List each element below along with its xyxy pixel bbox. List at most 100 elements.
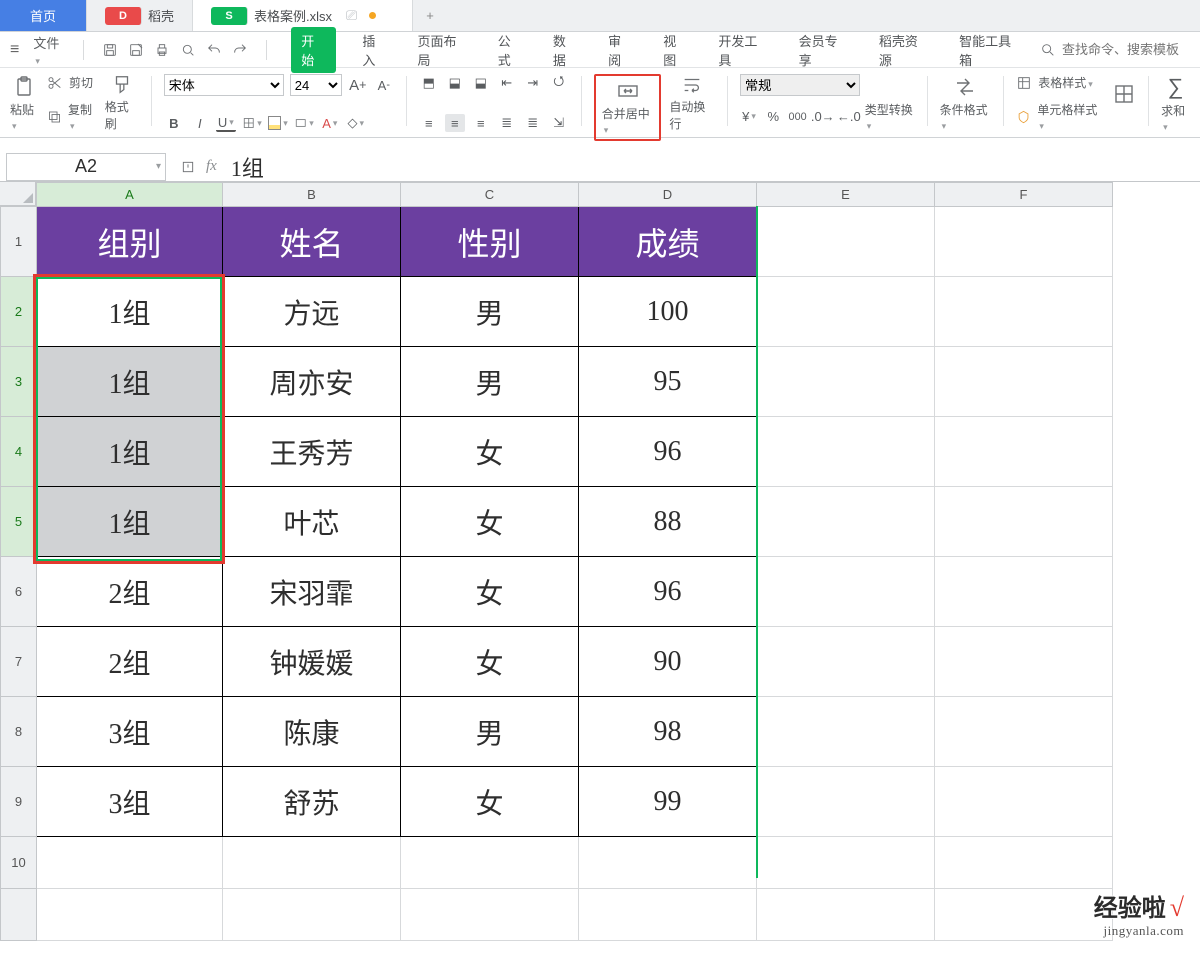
cell[interactable] xyxy=(757,207,935,277)
cell[interactable] xyxy=(935,277,1113,347)
cell[interactable] xyxy=(935,557,1113,627)
cell[interactable] xyxy=(757,347,935,417)
clear-format-button[interactable]: ◇ xyxy=(346,114,366,132)
col-header-E[interactable]: E xyxy=(757,183,935,207)
chevron-down-icon[interactable]: ▾ xyxy=(156,161,161,172)
cell[interactable] xyxy=(935,487,1113,557)
wrap-text-button[interactable]: 自动换行 xyxy=(669,74,714,132)
percent-button[interactable]: % xyxy=(764,108,782,126)
tab-daoke[interactable]: D 稻壳 xyxy=(87,0,193,31)
undo-icon[interactable] xyxy=(206,42,222,58)
cell[interactable] xyxy=(757,417,935,487)
cell[interactable] xyxy=(757,697,935,767)
row-header[interactable]: 10 xyxy=(1,837,37,889)
ribbon-tab-pagelayout[interactable]: 页面布局 xyxy=(414,27,472,73)
col-header-D[interactable]: D xyxy=(579,183,757,207)
cell[interactable]: 钟媛媛 xyxy=(223,627,401,697)
col-header-B[interactable]: B xyxy=(223,183,401,207)
fx-icon[interactable]: fx xyxy=(206,158,217,175)
cell[interactable] xyxy=(757,889,935,941)
cell[interactable]: 舒苏 xyxy=(223,767,401,837)
align-left-icon[interactable]: ≡ xyxy=(419,114,439,132)
row-header[interactable]: 6 xyxy=(1,557,37,627)
cell[interactable]: 叶芯 xyxy=(223,487,401,557)
cell[interactable]: 3组 xyxy=(37,767,223,837)
row-header[interactable]: 2 xyxy=(1,277,37,347)
ribbon-tab-devtools[interactable]: 开发工具 xyxy=(714,27,772,73)
cell[interactable]: 99 xyxy=(579,767,757,837)
tab-home[interactable]: 首页 xyxy=(0,0,87,31)
cell[interactable] xyxy=(935,767,1113,837)
decrease-font-icon[interactable]: A- xyxy=(374,76,394,94)
cell[interactable] xyxy=(37,837,223,889)
cell-active[interactable]: 1组 xyxy=(37,277,223,347)
cell[interactable]: 90 xyxy=(579,627,757,697)
cell[interactable] xyxy=(935,347,1113,417)
font-color-button[interactable]: A xyxy=(320,114,340,132)
ribbon-tab-smarttools[interactable]: 智能工具箱 xyxy=(955,27,1026,73)
ribbon-tab-insert[interactable]: 插入 xyxy=(358,27,391,73)
justify-icon[interactable]: ≣ xyxy=(497,114,517,132)
cell[interactable] xyxy=(935,207,1113,277)
row-header[interactable]: 4 xyxy=(1,417,37,487)
cell[interactable] xyxy=(223,837,401,889)
formula-value[interactable]: 1组 xyxy=(231,151,264,183)
cell[interactable] xyxy=(757,277,935,347)
increase-font-icon[interactable]: A+ xyxy=(348,76,368,94)
cell-selected[interactable]: 1组 xyxy=(37,487,223,557)
cell[interactable] xyxy=(757,487,935,557)
ribbon-tab-data[interactable]: 数据 xyxy=(549,27,582,73)
increase-decimal-button[interactable]: .0→ xyxy=(813,108,833,126)
align-right-icon[interactable]: ≡ xyxy=(471,114,491,132)
cell[interactable]: 王秀芳 xyxy=(223,417,401,487)
cell[interactable] xyxy=(401,889,579,941)
align-bottom-icon[interactable]: ⬓ xyxy=(471,74,491,92)
save-as-icon[interactable] xyxy=(128,42,144,58)
ribbon-tab-start[interactable]: 开始 xyxy=(291,27,336,73)
cell[interactable]: 98 xyxy=(579,697,757,767)
cell[interactable] xyxy=(935,697,1113,767)
hamburger-icon[interactable]: ≡ xyxy=(10,41,19,59)
cell[interactable] xyxy=(935,889,1113,941)
cell[interactable]: 男 xyxy=(401,347,579,417)
indent-increase-icon[interactable]: ⇥ xyxy=(523,74,543,92)
cell[interactable]: 组别 xyxy=(37,207,223,277)
cell-merge-quick-button[interactable] xyxy=(294,114,314,132)
cell[interactable]: 成绩 xyxy=(579,207,757,277)
align-center-icon[interactable]: ≡ xyxy=(445,114,465,132)
font-name-select[interactable]: 宋体 xyxy=(164,74,284,96)
sum-button[interactable]: ∑ 求和 xyxy=(1161,74,1190,132)
orientation-icon[interactable]: ⭯ xyxy=(549,74,569,92)
border-button[interactable] xyxy=(242,114,262,132)
ribbon-tab-review[interactable]: 审阅 xyxy=(604,27,637,73)
cell[interactable]: 性别 xyxy=(401,207,579,277)
cell[interactable] xyxy=(757,837,935,889)
cell[interactable]: 2组 xyxy=(37,627,223,697)
cell[interactable]: 宋羽霏 xyxy=(223,557,401,627)
cell[interactable]: 周亦安 xyxy=(223,347,401,417)
print-icon[interactable] xyxy=(154,42,170,58)
cell[interactable] xyxy=(757,627,935,697)
cell[interactable] xyxy=(579,889,757,941)
format-as-table-button[interactable] xyxy=(1112,74,1136,114)
cell[interactable]: 女 xyxy=(401,487,579,557)
cancel-edit-icon[interactable] xyxy=(180,158,196,175)
cell[interactable] xyxy=(935,837,1113,889)
cell[interactable]: 女 xyxy=(401,767,579,837)
row-header[interactable]: 7 xyxy=(1,627,37,697)
distribute-icon[interactable]: ≣ xyxy=(523,114,543,132)
cell[interactable] xyxy=(757,767,935,837)
col-header-F[interactable]: F xyxy=(935,183,1113,207)
cell[interactable]: 女 xyxy=(401,627,579,697)
row-header[interactable] xyxy=(1,889,37,941)
bold-button[interactable]: B xyxy=(164,114,184,132)
cell[interactable]: 男 xyxy=(401,697,579,767)
paste-button[interactable]: 粘贴 xyxy=(10,74,39,132)
decrease-decimal-button[interactable]: ←.0 xyxy=(839,108,859,126)
cell[interactable] xyxy=(223,889,401,941)
cell[interactable]: 方远 xyxy=(223,277,401,347)
cell[interactable]: 95 xyxy=(579,347,757,417)
spreadsheet-grid[interactable]: A B C D E F 1 组别 姓名 性别 成绩 2 1组 方远 男 100 … xyxy=(0,182,1200,941)
select-all-corner[interactable] xyxy=(0,182,36,206)
font-size-select[interactable]: 24 xyxy=(290,74,342,96)
